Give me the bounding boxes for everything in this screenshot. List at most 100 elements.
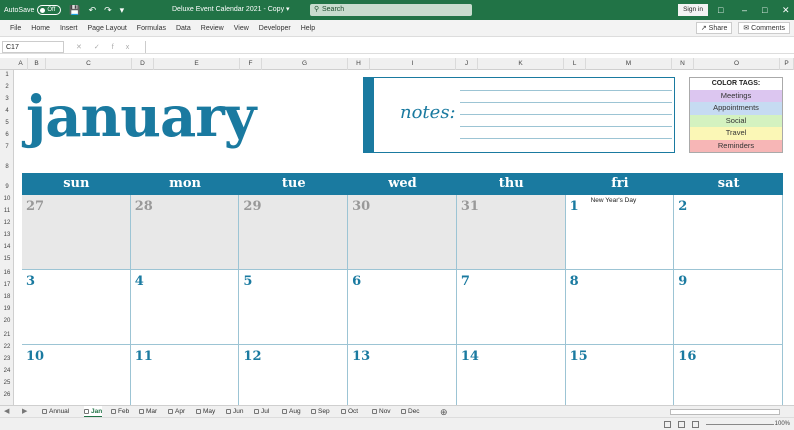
autosave-toggle[interactable]: Off xyxy=(37,5,62,15)
row-header-11[interactable]: 11 xyxy=(0,208,14,214)
zoom-slider[interactable] xyxy=(706,424,774,425)
column-header-p[interactable]: P xyxy=(780,58,794,70)
menu-help[interactable]: Help xyxy=(301,25,315,32)
menu-formulas[interactable]: Formulas xyxy=(137,25,166,32)
search-input[interactable]: ⚲ Search xyxy=(310,4,472,16)
day-cell[interactable]: 6 xyxy=(348,270,457,345)
row-header-1[interactable]: 1 xyxy=(0,72,14,78)
page-layout-view-icon[interactable] xyxy=(678,421,685,428)
row-header-6[interactable]: 6 xyxy=(0,132,14,138)
page-break-view-icon[interactable] xyxy=(692,421,699,428)
day-cell[interactable]: 28 xyxy=(130,195,240,270)
save-icon[interactable]: 💾 xyxy=(69,5,80,16)
row-header-23[interactable]: 23 xyxy=(0,356,14,362)
day-cell[interactable]: 2 xyxy=(674,195,783,270)
autosave-control[interactable]: AutoSave Off xyxy=(4,5,62,15)
event-label[interactable]: New Year's Day xyxy=(591,197,637,204)
column-header-f[interactable]: F xyxy=(240,58,262,70)
color-tag-travel[interactable]: Travel xyxy=(690,127,782,140)
column-header-k[interactable]: K xyxy=(478,58,564,70)
day-cell[interactable]: 11 xyxy=(131,345,240,405)
column-header-l[interactable]: L xyxy=(564,58,586,70)
day-cell[interactable]: 3 xyxy=(22,270,131,345)
column-header-n[interactable]: N xyxy=(672,58,694,70)
row-header-21[interactable]: 21 xyxy=(0,332,14,338)
color-tag-appointments[interactable]: Appointments xyxy=(690,102,782,115)
cancel-icon[interactable]: ✕ xyxy=(76,44,94,51)
day-cell[interactable]: 12 xyxy=(239,345,349,405)
day-cell[interactable]: 30 xyxy=(348,195,457,270)
row-header-20[interactable]: 20 xyxy=(0,318,14,324)
row-header-25[interactable]: 25 xyxy=(0,380,14,386)
row-header-14[interactable]: 14 xyxy=(0,244,14,250)
row-header-12[interactable]: 12 xyxy=(0,220,14,226)
row-header-10[interactable]: 10 xyxy=(0,196,14,202)
column-header-a[interactable]: A xyxy=(14,58,28,70)
ribbon-options-icon[interactable]: □ xyxy=(718,0,723,20)
formula-input[interactable] xyxy=(145,40,794,53)
day-cell[interactable]: 15 xyxy=(566,345,675,405)
row-header-5[interactable]: 5 xyxy=(0,120,14,126)
day-cell[interactable]: 27 xyxy=(22,195,131,270)
undo-icon[interactable]: ↶ xyxy=(89,5,97,16)
fx-label[interactable]: fx xyxy=(112,44,141,51)
day-cell[interactable]: 14 xyxy=(457,345,566,405)
row-header-9[interactable]: 9 xyxy=(0,184,14,190)
day-cell[interactable]: 8 xyxy=(565,270,675,345)
document-title[interactable]: Deluxe Event Calendar 2021 - Copy ▾ xyxy=(172,0,290,20)
menu-data[interactable]: Data xyxy=(176,25,191,32)
column-header-m[interactable]: M xyxy=(586,58,672,70)
comments-button[interactable]: ✉ Comments xyxy=(738,22,790,34)
row-header-13[interactable]: 13 xyxy=(0,232,14,238)
day-cell[interactable]: 9 xyxy=(674,270,783,345)
share-button[interactable]: ↗ Share xyxy=(695,22,733,34)
zoom-level[interactable]: 100% xyxy=(775,418,790,430)
normal-view-icon[interactable] xyxy=(664,421,671,428)
row-header-4[interactable]: 4 xyxy=(0,108,14,114)
row-header-22[interactable]: 22 xyxy=(0,344,14,350)
column-header-b[interactable]: B xyxy=(28,58,46,70)
row-header-7[interactable]: 7 xyxy=(0,144,14,150)
row-header-17[interactable]: 17 xyxy=(0,282,14,288)
menu-view[interactable]: View xyxy=(234,25,249,32)
row-header-16[interactable]: 16 xyxy=(0,270,14,276)
row-header-26[interactable]: 26 xyxy=(0,392,14,398)
column-header-e[interactable]: E xyxy=(154,58,240,70)
color-tag-social[interactable]: Social xyxy=(690,114,782,128)
redo-icon[interactable]: ↷ xyxy=(104,5,112,16)
row-header-18[interactable]: 18 xyxy=(0,294,14,300)
column-header-j[interactable]: J xyxy=(456,58,478,70)
row-header-24[interactable]: 24 xyxy=(0,368,14,374)
row-header-2[interactable]: 2 xyxy=(0,84,14,90)
menu-home[interactable]: Home xyxy=(31,25,50,32)
day-cell[interactable]: 5 xyxy=(239,270,349,345)
notes-box[interactable]: notes: xyxy=(363,77,675,153)
day-cell[interactable]: 16 xyxy=(674,345,783,405)
color-tag-meetings[interactable]: Meetings xyxy=(690,90,782,103)
maximize-icon[interactable]: □ xyxy=(762,0,767,20)
row-header-19[interactable]: 19 xyxy=(0,306,14,312)
check-icon[interactable]: ✓ xyxy=(94,44,112,51)
column-header-h[interactable]: H xyxy=(348,58,370,70)
row-header-8[interactable]: 8 xyxy=(0,164,14,170)
column-header-g[interactable]: G xyxy=(262,58,348,70)
day-cell[interactable]: 4 xyxy=(130,270,240,345)
column-header-c[interactable]: C xyxy=(46,58,132,70)
day-cell[interactable]: 7 xyxy=(456,270,566,345)
column-header-d[interactable]: D xyxy=(132,58,154,70)
row-header-15[interactable]: 15 xyxy=(0,256,14,262)
row-header-3[interactable]: 3 xyxy=(0,96,14,102)
column-header-i[interactable]: I xyxy=(370,58,456,70)
day-cell[interactable]: 1 New Year's Day xyxy=(565,195,675,270)
horizontal-scrollbar[interactable] xyxy=(670,409,780,415)
minimize-icon[interactable]: – xyxy=(742,0,747,20)
name-box[interactable]: C17 xyxy=(2,40,64,53)
menu-page-layout[interactable]: Page Layout xyxy=(87,25,126,32)
menu-developer[interactable]: Developer xyxy=(259,25,291,32)
menu-insert[interactable]: Insert xyxy=(60,25,78,32)
day-cell[interactable]: 13 xyxy=(348,345,457,405)
sign-in-button[interactable]: Sign in xyxy=(678,4,708,16)
day-cell[interactable]: 29 xyxy=(239,195,349,270)
customize-toolbar-icon[interactable]: ▾ xyxy=(120,5,125,16)
day-cell[interactable]: 10 xyxy=(22,345,131,405)
